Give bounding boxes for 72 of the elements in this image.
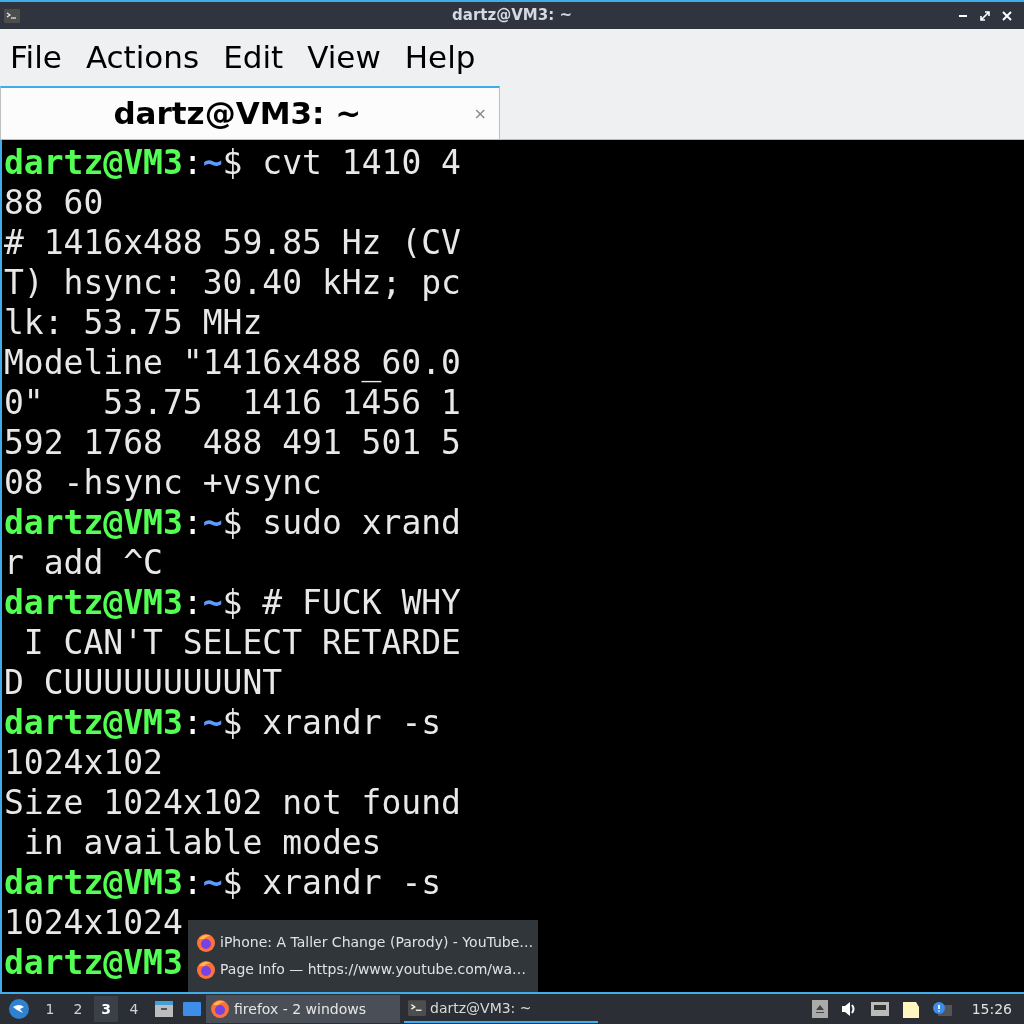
file-cabinet-icon[interactable] <box>154 999 174 1019</box>
output-text: 08 -hsync +vsync <box>4 463 322 503</box>
output-text: Modeline "1416x488_60.0 <box>4 343 461 383</box>
menu-item[interactable]: Actions <box>85 33 200 81</box>
command-text: xrandr -s <box>261 703 442 743</box>
prompt-path: ~ <box>202 703 223 743</box>
output-text: 1024x1024 <box>4 903 183 943</box>
firefox-icon <box>196 959 216 980</box>
output-text: # 1416x488 59.85 Hz (CV <box>4 223 461 263</box>
output-text: in available modes <box>22 823 382 863</box>
output-text: 0" 53.75 1416 1456 1 <box>4 383 461 423</box>
menu-item[interactable]: File <box>10 33 62 81</box>
task-button[interactable]: firefox - 2 windows <box>206 995 400 1023</box>
output-text: 88 60 <box>4 183 104 223</box>
prompt-user: dartz@VM3 <box>4 583 183 623</box>
output-text: 592 1768 488 491 501 5 <box>4 423 461 463</box>
output-text: T) hsync: 30.40 kHz; pc <box>4 263 461 303</box>
prompt-colon: : <box>182 583 203 623</box>
prompt-sign: $ <box>222 583 243 623</box>
output-text: lk: 53.75 MHz <box>4 303 263 343</box>
prompt-user: dartz@VM3 <box>4 703 183 743</box>
desktop-switch[interactable]: 4 <box>122 996 146 1022</box>
alert-icon[interactable] <box>931 1001 952 1017</box>
prompt-colon: : <box>182 703 203 743</box>
desktop-switch[interactable]: 1 <box>38 996 62 1022</box>
close-icon[interactable] <box>1002 10 1012 21</box>
maximize-icon[interactable] <box>980 10 990 21</box>
output-text: 1024x102 <box>4 743 163 783</box>
firefox-icon <box>210 999 230 1019</box>
tab-close-button[interactable]: × <box>473 101 487 126</box>
network-icon[interactable] <box>869 1001 890 1017</box>
prompt-user: dartz@VM3 <box>4 943 183 983</box>
prompt-colon: : <box>182 503 203 543</box>
eject-icon[interactable] <box>811 1000 828 1018</box>
output-text: r add ^C <box>4 543 163 583</box>
popup-item[interactable]: Page Info — https://www.youtube.com/wa… <box>196 959 530 980</box>
command-text: sudo xrand <box>261 503 461 543</box>
prompt-path: ~ <box>202 503 223 543</box>
output-text: Size 1024x102 not found <box>4 783 461 823</box>
menu-item[interactable]: Edit <box>223 33 284 81</box>
terminal-icon <box>408 999 426 1017</box>
menu-item[interactable]: Help <box>404 33 476 81</box>
prompt-path: ~ <box>202 583 223 623</box>
prompt-user: dartz@VM3 <box>4 143 183 183</box>
prompt-path: ~ <box>202 143 223 183</box>
prompt-sign: $ <box>222 703 243 743</box>
prompt-user: dartz@VM3 <box>4 863 183 903</box>
prompt-colon: : <box>182 143 203 183</box>
bird-icon[interactable] <box>8 998 30 1020</box>
desktop-switch[interactable]: 2 <box>66 996 90 1022</box>
output-text: I CAN'T SELECT RETARDE <box>22 623 461 663</box>
notes-icon[interactable] <box>901 999 920 1019</box>
output-text: D CUUUUUUUUUNT <box>4 663 283 703</box>
clock: 15:26 <box>971 999 1012 1019</box>
menu-item[interactable]: View <box>307 33 381 81</box>
task-button[interactable]: dartz@VM3: ~ <box>404 995 598 1023</box>
window-title: dartz@VM3: ~ <box>452 5 572 27</box>
prompt-path: ~ <box>202 863 223 903</box>
desktop-icon[interactable] <box>182 999 202 1019</box>
prompt-sign: $ <box>222 143 243 183</box>
prompt-sign: $ <box>222 863 243 903</box>
firefox-icon <box>196 932 216 953</box>
popup-item[interactable]: iPhone: A Taller Change (Parody) - YouTube… <box>196 932 530 953</box>
command-text: xrandr -s <box>261 863 442 903</box>
prompt-user: dartz@VM3 <box>4 503 183 543</box>
terminal-icon <box>4 7 20 24</box>
command-text: # FUCK WHY <box>261 583 461 623</box>
terminal-tab[interactable]: dartz@VM3: ~ × <box>0 86 500 139</box>
prompt-colon: : <box>182 863 203 903</box>
desktop-switch[interactable]: 3 <box>94 996 118 1022</box>
prompt-sign: $ <box>222 503 243 543</box>
command-text: cvt 1410 4 <box>261 143 461 183</box>
